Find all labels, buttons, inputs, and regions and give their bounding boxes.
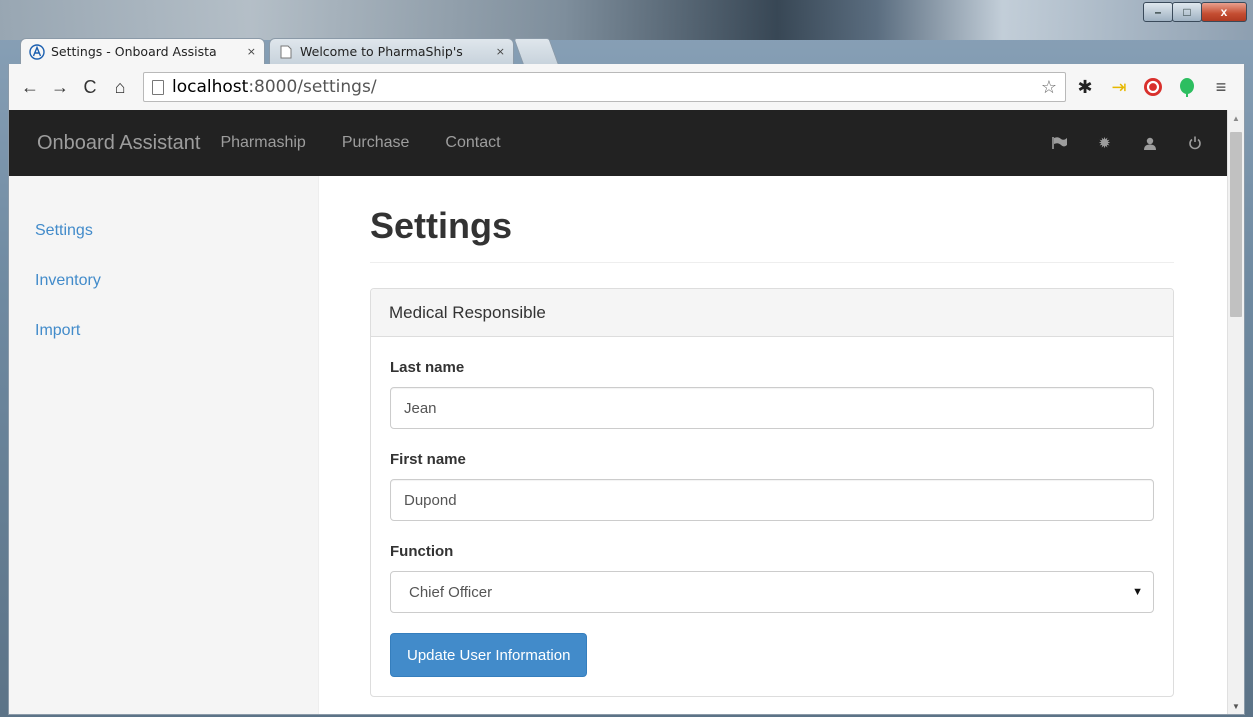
scrollbar-thumb[interactable] xyxy=(1230,132,1242,317)
sidebar-item-settings[interactable]: Settings xyxy=(9,206,318,256)
evernote-icon[interactable] xyxy=(1172,72,1202,102)
sidebar-item-import[interactable]: Import xyxy=(9,306,318,356)
medical-responsible-panel: Medical Responsible Last name First name… xyxy=(370,288,1174,697)
adblock-icon[interactable] xyxy=(1138,72,1168,102)
forward-icon[interactable]: → xyxy=(47,74,73,100)
top-navbar: Onboard Assistant Pharmaship Purchase Co… xyxy=(9,110,1229,176)
power-icon[interactable] xyxy=(1172,123,1217,163)
last-name-label: Last name xyxy=(390,359,465,376)
minimize-button[interactable]: – xyxy=(1143,2,1173,22)
navbar-right-icons: ✹ xyxy=(1037,123,1217,163)
menu-icon[interactable]: ≡ xyxy=(1206,72,1236,102)
close-tab-icon[interactable]: × xyxy=(247,45,256,58)
browser-toolbar: ← → C ⌂ localhost:8000/settings/ ☆ ✱ ⇥ ≡ xyxy=(8,64,1245,110)
nav-link-pharmaship[interactable]: Pharmaship xyxy=(220,134,305,152)
tab-strip: Settings - Onboard Assista × Welcome to … xyxy=(20,36,559,64)
tab-welcome[interactable]: Welcome to PharmaShip's × xyxy=(269,38,514,64)
gear-icon[interactable]: ✹ xyxy=(1082,123,1127,163)
address-bar[interactable]: localhost:8000/settings/ ☆ xyxy=(143,72,1066,102)
first-name-label: First name xyxy=(390,451,466,468)
panel-body: Last name First name Function Chief Offi… xyxy=(371,337,1173,696)
tab-settings[interactable]: Settings - Onboard Assista × xyxy=(20,38,265,64)
window-controls: – □ x xyxy=(1143,2,1247,22)
function-label: Function xyxy=(390,543,454,560)
maximize-button[interactable]: □ xyxy=(1172,2,1202,22)
back-icon[interactable]: ← xyxy=(17,74,43,100)
brand-link[interactable]: Onboard Assistant xyxy=(37,132,200,155)
function-selected-value: Chief Officer xyxy=(409,583,493,601)
device-extension-icon[interactable]: ⇥ xyxy=(1104,72,1134,102)
update-user-information-button[interactable]: Update User Information xyxy=(390,633,588,677)
reload-icon[interactable]: C xyxy=(77,74,103,100)
nav-link-purchase[interactable]: Purchase xyxy=(342,134,410,152)
user-icon[interactable] xyxy=(1127,123,1172,163)
panel-heading: Medical Responsible xyxy=(371,289,1173,337)
new-tab-button[interactable] xyxy=(513,38,559,64)
function-select[interactable]: Chief Officer ▼ xyxy=(390,571,1154,613)
scroll-down-icon[interactable]: ▼ xyxy=(1232,702,1240,711)
bookmark-star-icon[interactable]: ☆ xyxy=(1041,77,1057,98)
desktop-background xyxy=(0,0,1253,40)
main-content: Settings Medical Responsible Last name F… xyxy=(370,176,1174,697)
url-host: localhost xyxy=(172,77,249,97)
home-icon[interactable]: ⌂ xyxy=(107,74,133,100)
page-icon xyxy=(278,44,294,60)
page-title: Settings xyxy=(370,203,1174,263)
close-window-button[interactable]: x xyxy=(1201,2,1247,22)
sidebar: Settings Inventory Import xyxy=(9,176,319,714)
app-logo-icon xyxy=(29,43,45,60)
scroll-up-icon[interactable]: ▲ xyxy=(1232,114,1240,123)
last-name-input[interactable] xyxy=(390,387,1154,429)
vertical-scrollbar[interactable]: ▲ ▼ xyxy=(1227,110,1244,714)
nav-link-contact[interactable]: Contact xyxy=(445,134,500,152)
first-name-input[interactable] xyxy=(390,479,1154,521)
page-viewport: Onboard Assistant Pharmaship Purchase Co… xyxy=(8,110,1245,715)
close-tab-icon[interactable]: × xyxy=(496,45,505,58)
caret-down-icon: ▼ xyxy=(1132,586,1143,598)
url-path: :8000/settings/ xyxy=(248,77,377,97)
tab-title: Welcome to PharmaShip's xyxy=(300,44,463,59)
browser-window: – □ x Settings - Onboard Assista × Welco… xyxy=(0,0,1253,717)
tab-title: Settings - Onboard Assista xyxy=(51,44,217,59)
settings-extension-icon[interactable]: ✱ xyxy=(1070,72,1100,102)
flag-icon[interactable] xyxy=(1037,123,1082,163)
page-icon xyxy=(152,79,164,95)
sidebar-item-inventory[interactable]: Inventory xyxy=(9,256,318,306)
